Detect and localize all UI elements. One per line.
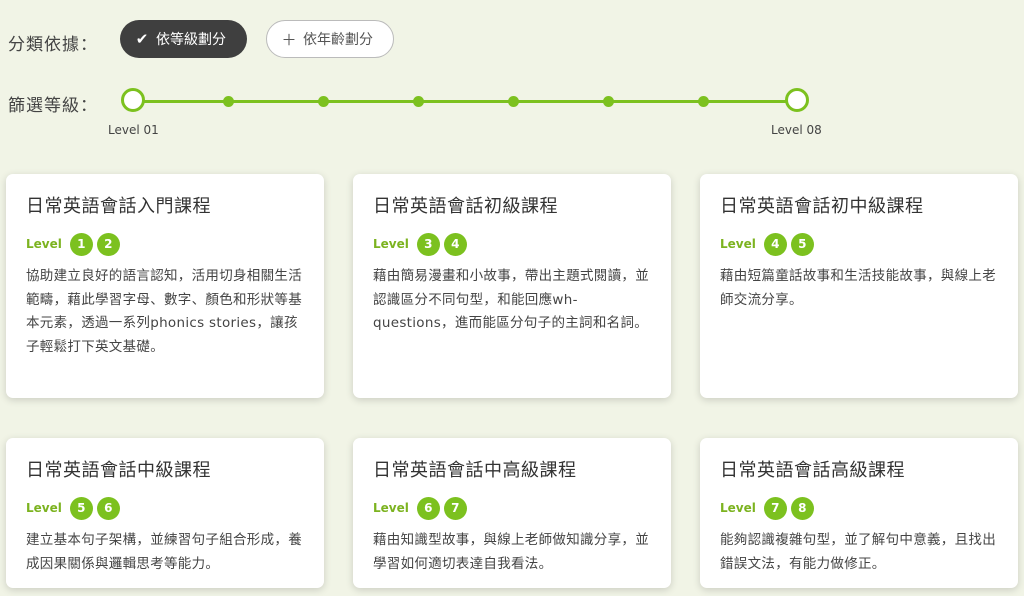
slider-max-handle[interactable] xyxy=(785,88,809,112)
course-levels: Level 3 4 xyxy=(373,231,653,257)
course-levels: Level 7 8 xyxy=(720,495,1000,521)
course-levels: Level 4 5 xyxy=(720,231,1000,257)
filter-by-age-button[interactable]: ＋ 依年齡劃分 xyxy=(266,20,394,58)
course-description: 藉由知識型故事，與線上老師做知識分享，並學習如何適切表達自我看法。 xyxy=(373,532,649,572)
course-title: 日常英語會話中高級課程 xyxy=(373,460,577,481)
course-description: 建立基本句子架構，並練習句子組合形成，養成因果關係與邏輯思考等能力。 xyxy=(26,532,302,572)
course-card-upper-intermediate[interactable]: 日常英語會話中高級課程 Level 6 7 藉由知識型故事，與線上老師做知識分享… xyxy=(353,438,671,588)
slider-step-2[interactable] xyxy=(223,96,234,107)
level-badge: 1 xyxy=(69,232,93,256)
level-badge: 5 xyxy=(790,232,814,256)
course-description: 藉由簡易漫畫和小故事，帶出主題式閱讀，並認識區分不同句型，和能回應wh-ques… xyxy=(373,268,649,331)
level-badge: 3 xyxy=(416,232,440,256)
check-icon: ✔ xyxy=(135,30,149,48)
filter-by-level-label: 依等級劃分 xyxy=(156,32,226,48)
course-card-intro[interactable]: 日常英語會話入門課程 Level 1 2 協助建立良好的語言認知，活用切身相關生… xyxy=(6,174,324,398)
slider-step-5[interactable] xyxy=(508,96,519,107)
filter-label: 分類依據： xyxy=(8,35,98,55)
course-description: 能夠認識複雜句型，並了解句中意義，且找出錯誤文法，有能力做修正。 xyxy=(720,532,996,572)
level-label: Level xyxy=(373,501,409,515)
course-title: 日常英語會話入門課程 xyxy=(26,196,211,217)
level-label: Level xyxy=(26,237,62,251)
course-card-pre-intermediate[interactable]: 日常英語會話初中級課程 Level 4 5 藉由短篇童話故事和生活技能故事，與線… xyxy=(700,174,1018,398)
level-badge: 6 xyxy=(96,496,120,520)
course-title: 日常英語會話初中級課程 xyxy=(720,196,924,217)
slider-step-6[interactable] xyxy=(603,96,614,107)
course-card-advanced[interactable]: 日常英語會話高級課程 Level 7 8 能夠認識複雜句型，並了解句中意義，且找… xyxy=(700,438,1018,588)
course-levels: Level 6 7 xyxy=(373,495,653,521)
level-label: Level xyxy=(720,501,756,515)
level-badge: 2 xyxy=(96,232,120,256)
level-range-slider[interactable] xyxy=(120,88,820,116)
filter-by-age-label: 依年齡劃分 xyxy=(303,32,373,48)
level-badge: 4 xyxy=(763,232,787,256)
course-card-beginner[interactable]: 日常英語會話初級課程 Level 3 4 藉由簡易漫畫和小故事，帶出主題式閱讀，… xyxy=(353,174,671,398)
level-filter-label: 篩選等級： xyxy=(8,96,98,116)
level-label: Level xyxy=(26,501,62,515)
level-badge: 7 xyxy=(763,496,787,520)
course-card-intermediate[interactable]: 日常英語會話中級課程 Level 5 6 建立基本句子架構，並練習句子組合形成，… xyxy=(6,438,324,588)
course-title: 日常英語會話中級課程 xyxy=(26,460,211,481)
course-levels: Level 5 6 xyxy=(26,495,306,521)
course-levels: Level 1 2 xyxy=(26,231,306,257)
level-label: Level xyxy=(720,237,756,251)
plus-icon: ＋ xyxy=(281,30,297,49)
level-badge: 7 xyxy=(443,496,467,520)
slider-step-3[interactable] xyxy=(318,96,329,107)
level-badge: 6 xyxy=(416,496,440,520)
level-badge: 8 xyxy=(790,496,814,520)
level-badge: 4 xyxy=(443,232,467,256)
filter-by-level-button[interactable]: ✔ 依等級劃分 xyxy=(120,20,247,58)
slider-min-handle[interactable] xyxy=(121,88,145,112)
slider-step-7[interactable] xyxy=(698,96,709,107)
course-description: 藉由短篇童話故事和生活技能故事，與線上老師交流分享。 xyxy=(720,268,996,308)
slider-step-4[interactable] xyxy=(413,96,424,107)
course-description: 協助建立良好的語言認知，活用切身相關生活範疇，藉此學習字母、數字、顏色和形狀等基… xyxy=(26,268,302,355)
slider-min-label: Level 01 xyxy=(108,123,159,137)
course-title: 日常英語會話高級課程 xyxy=(720,460,905,481)
slider-max-label: Level 08 xyxy=(771,123,822,137)
course-title: 日常英語會話初級課程 xyxy=(373,196,558,217)
level-label: Level xyxy=(373,237,409,251)
level-badge: 5 xyxy=(69,496,93,520)
